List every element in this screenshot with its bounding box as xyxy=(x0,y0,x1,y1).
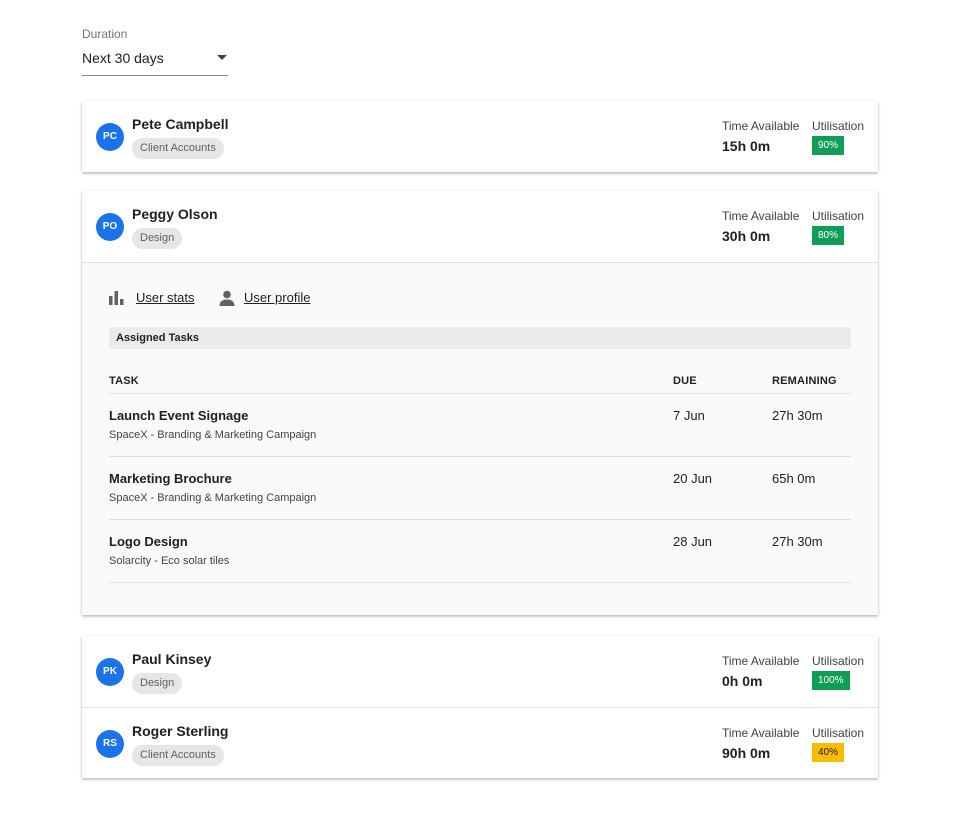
department-chip: Design xyxy=(132,673,183,694)
department-chip: Design xyxy=(132,228,183,249)
utilisation-badge: 80% xyxy=(812,226,845,245)
task-remaining: 27h 30m xyxy=(772,408,823,423)
avatar: PK xyxy=(96,658,124,686)
task-project: SpaceX - Branding & Marketing Campaign xyxy=(109,492,317,504)
task-remaining: 65h 0m xyxy=(772,471,816,486)
task-project: Solarcity - Eco solar tiles xyxy=(109,555,230,567)
tasks-table: TASK DUE REMAINING Launch Event Signage … xyxy=(109,367,851,583)
task-project: SpaceX - Branding & Marketing Campaign xyxy=(109,429,317,441)
task-name: Launch Event Signage xyxy=(109,408,249,423)
avatar: PC xyxy=(96,123,124,151)
user-card: PC Pete Campbell Client Accounts Time Av… xyxy=(82,101,878,172)
time-available-label: Time Available xyxy=(722,654,800,668)
duration-label: Duration xyxy=(82,27,128,41)
task-name: Marketing Brochure xyxy=(109,471,232,486)
time-available-value: 15h 0m xyxy=(722,138,771,154)
column-header-due: DUE xyxy=(673,375,697,387)
table-row[interactable]: Logo Design Solarcity - Eco solar tiles … xyxy=(109,520,851,583)
bar-chart-icon xyxy=(109,291,124,305)
user-profile-link[interactable]: User profile xyxy=(244,289,310,307)
user-name: Roger Sterling xyxy=(132,723,229,739)
user-details-panel: User stats User profile Assigned Tasks T… xyxy=(82,262,878,615)
avatar: PO xyxy=(96,213,124,241)
task-name: Logo Design xyxy=(109,534,188,549)
duration-selected-value: Next 30 days xyxy=(82,50,164,66)
utilisation-badge: 90% xyxy=(812,136,845,155)
user-name: Peggy Olson xyxy=(132,206,218,222)
department-chip: Client Accounts xyxy=(132,745,224,766)
user-row[interactable]: RS Roger Sterling Client Accounts Time A… xyxy=(82,707,878,778)
time-available-label: Time Available xyxy=(722,119,800,133)
time-available-label: Time Available xyxy=(722,209,800,223)
user-row[interactable]: PC Pete Campbell Client Accounts Time Av… xyxy=(82,101,878,172)
utilisation-label: Utilisation xyxy=(812,209,865,223)
department-chip: Client Accounts xyxy=(132,138,224,159)
time-available-value: 90h 0m xyxy=(722,745,771,761)
user-name: Pete Campbell xyxy=(132,116,229,132)
user-row[interactable]: PO Peggy Olson Design Time Available 30h… xyxy=(82,191,878,262)
utilisation-label: Utilisation xyxy=(812,119,865,133)
duration-select[interactable]: Next 30 days xyxy=(82,42,228,76)
dropdown-caret-icon xyxy=(217,55,227,60)
table-row[interactable]: Marketing Brochure SpaceX - Branding & M… xyxy=(109,457,851,520)
utilisation-label: Utilisation xyxy=(812,726,865,740)
user-row[interactable]: PK Paul Kinsey Design Time Available 0h … xyxy=(82,636,878,707)
utilisation-badge: 100% xyxy=(812,671,850,690)
user-card-expanded: PO Peggy Olson Design Time Available 30h… xyxy=(82,191,878,615)
tasks-table-header: TASK DUE REMAINING xyxy=(109,367,851,394)
assigned-tasks-heading: Assigned Tasks xyxy=(109,327,851,349)
column-header-task: TASK xyxy=(109,375,139,387)
duration-filter: Duration Next 30 days xyxy=(82,26,228,76)
utilisation-label: Utilisation xyxy=(812,654,865,668)
task-remaining: 27h 30m xyxy=(772,534,823,549)
utilisation-badge: 40% xyxy=(812,743,845,762)
user-card-group: PK Paul Kinsey Design Time Available 0h … xyxy=(82,636,878,778)
task-due: 20 Jun xyxy=(673,471,713,486)
time-available-label: Time Available xyxy=(722,726,800,740)
user-name: Paul Kinsey xyxy=(132,651,212,667)
column-header-remaining: REMAINING xyxy=(772,375,837,387)
user-stats-link[interactable]: User stats xyxy=(136,289,195,307)
person-icon xyxy=(219,290,235,306)
task-due: 28 Jun xyxy=(673,534,713,549)
table-row[interactable]: Launch Event Signage SpaceX - Branding &… xyxy=(109,394,851,457)
task-due: 7 Jun xyxy=(673,408,705,423)
time-available-value: 30h 0m xyxy=(722,228,771,244)
time-available-value: 0h 0m xyxy=(722,673,763,689)
avatar: RS xyxy=(96,730,124,758)
